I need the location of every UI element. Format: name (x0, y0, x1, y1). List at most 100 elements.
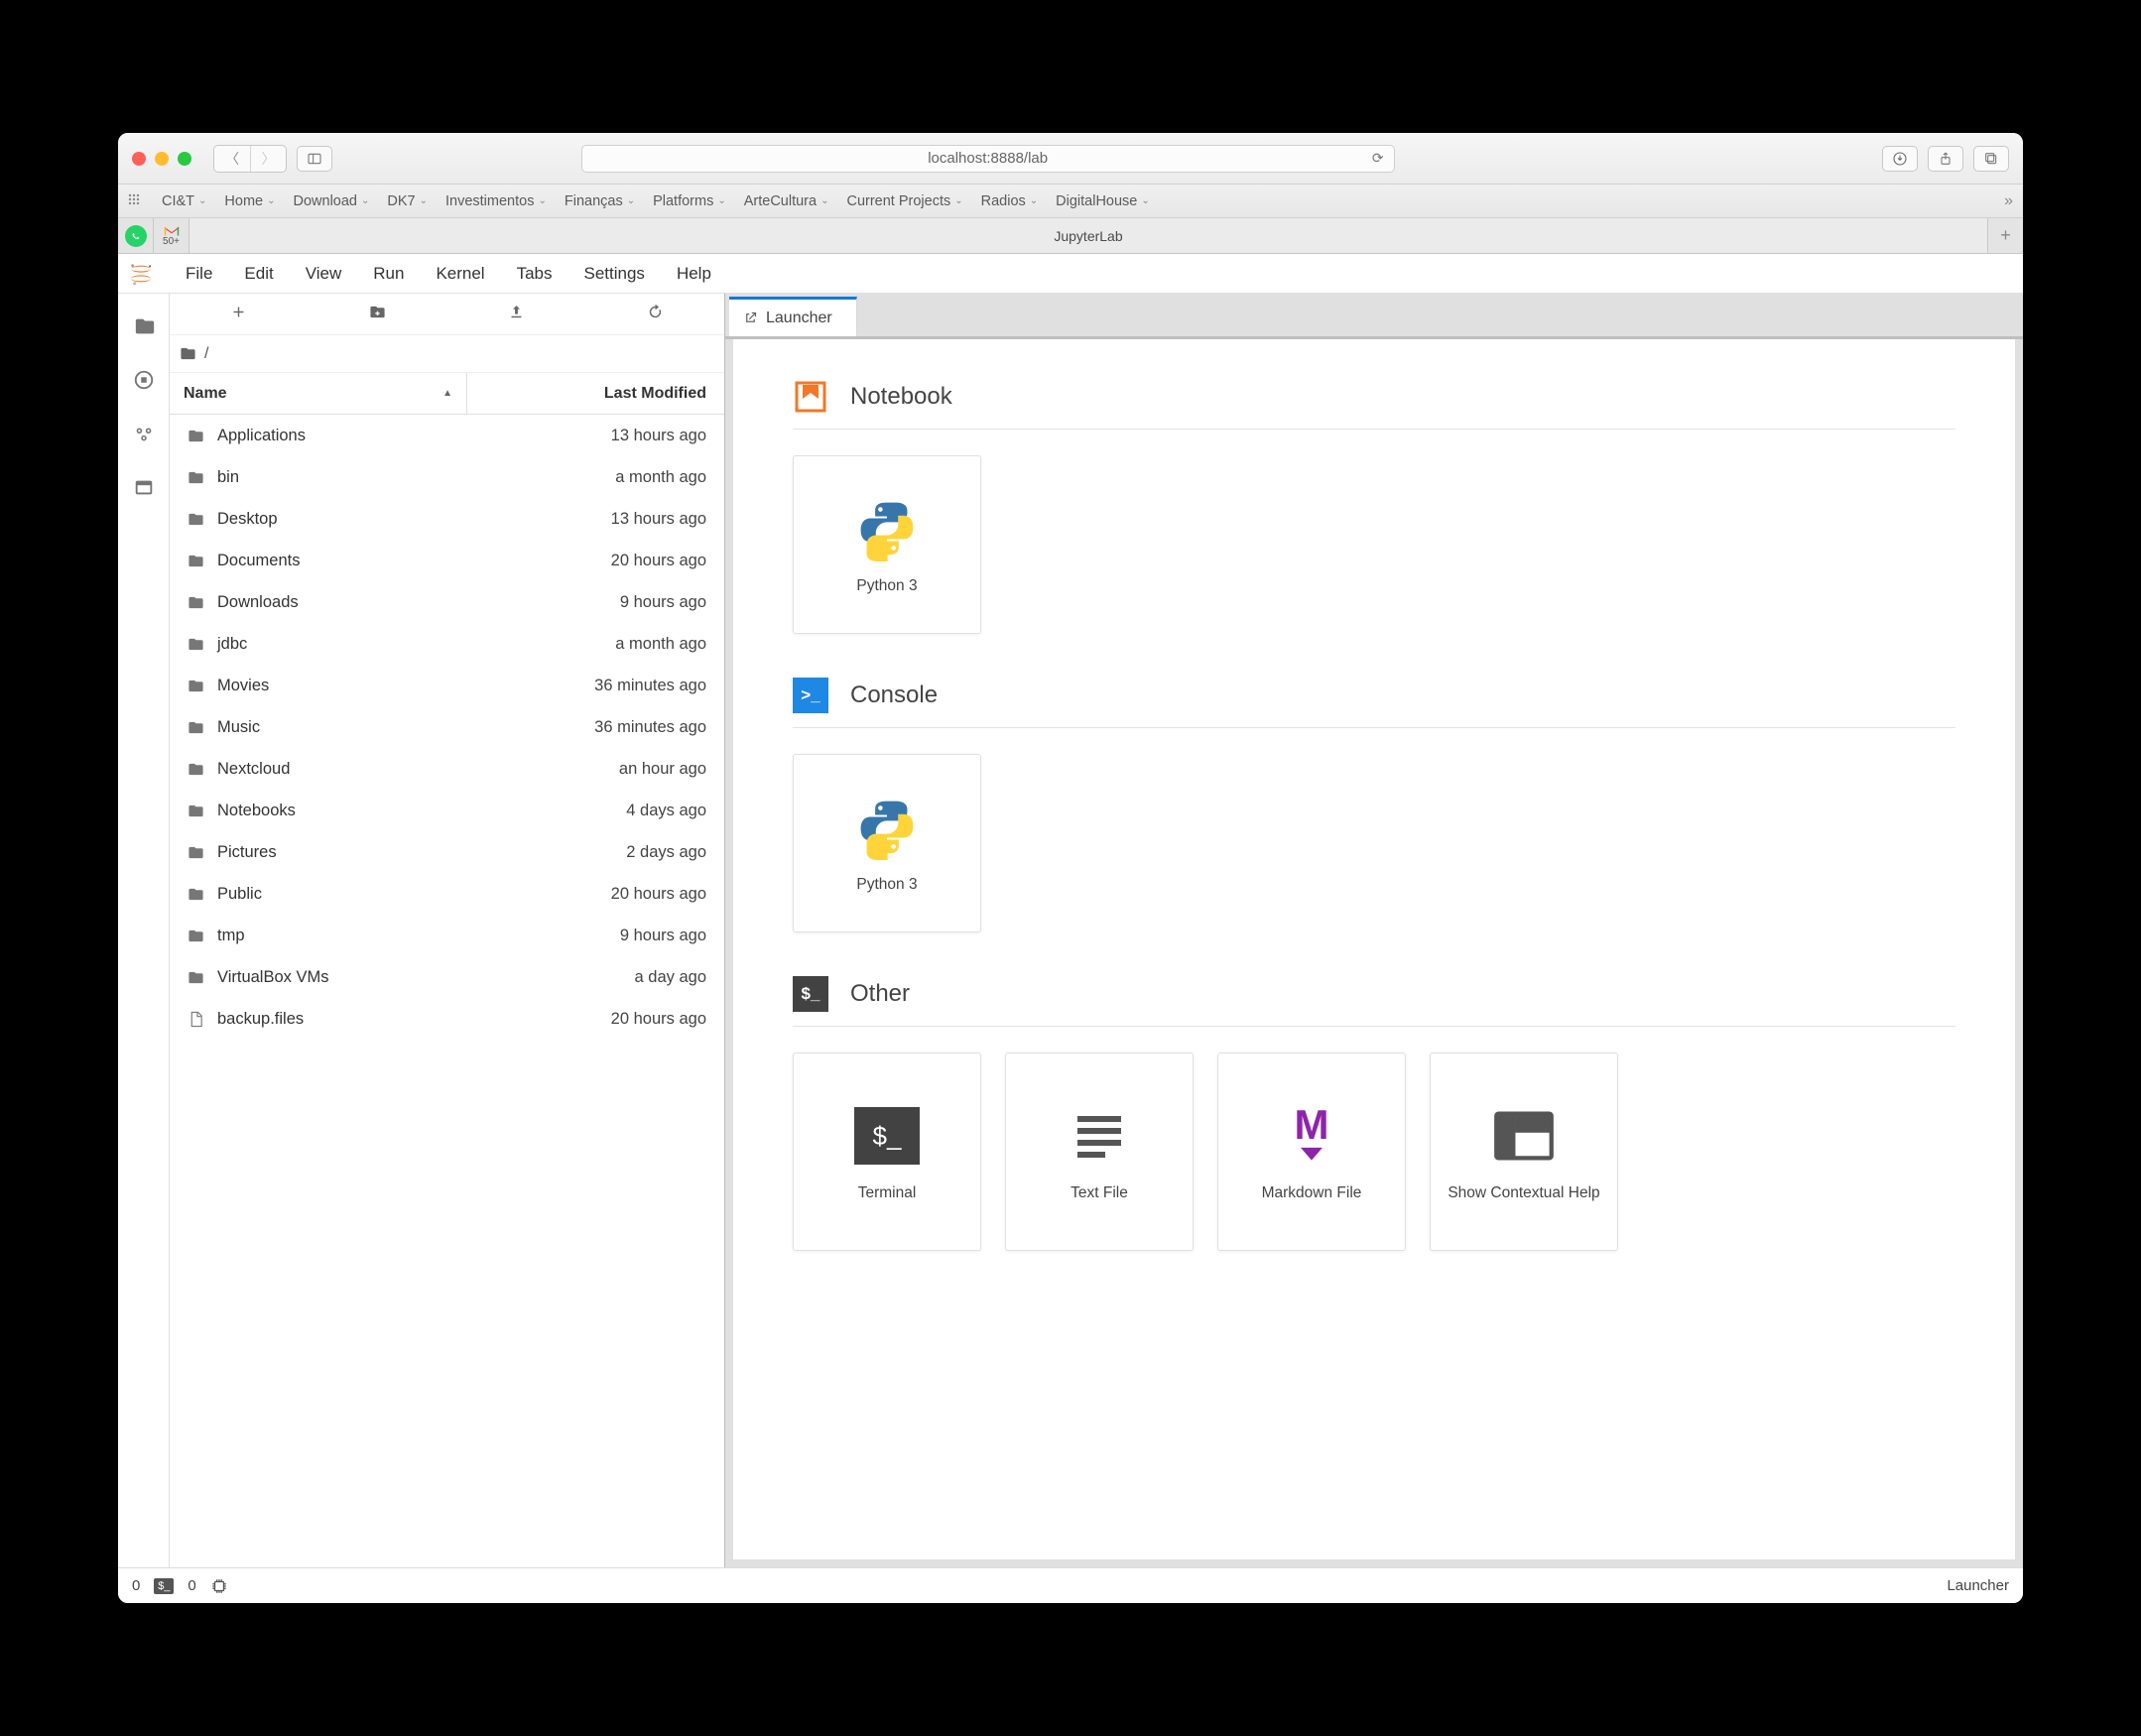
launcher-section-notebook: Notebook Python 3 (793, 379, 1955, 634)
file-name: Movies (217, 677, 452, 695)
file-row[interactable]: Applications13 hours ago (170, 415, 724, 456)
card-label: Python 3 (856, 876, 917, 894)
downloads-button[interactable] (1882, 146, 1918, 172)
filebrowser-tab-icon[interactable] (118, 300, 169, 353)
refresh-button[interactable] (647, 304, 664, 325)
bookmarks-grid-icon[interactable] (128, 193, 140, 208)
file-row[interactable]: Movies36 minutes ago (170, 665, 724, 706)
kernels-count[interactable]: 0 (188, 1577, 195, 1594)
running-sessions-tab-icon[interactable] (118, 353, 169, 407)
file-modified: 36 minutes ago (452, 677, 710, 695)
file-name: Documents (217, 552, 452, 570)
pinned-tab-gmail[interactable]: 50+ (154, 218, 189, 253)
bookmark-item[interactable]: DK7⌄ (387, 193, 428, 209)
card-console-python3[interactable]: Python 3 (793, 754, 981, 932)
safari-tab-active[interactable]: JupyterLab (189, 218, 1987, 253)
file-modified: a month ago (452, 635, 710, 654)
menu-run[interactable]: Run (359, 260, 418, 288)
back-button[interactable]: 〈 (214, 146, 250, 172)
commands-tab-icon[interactable] (118, 407, 169, 460)
other-section-icon: $_ (793, 976, 828, 1012)
tab-launcher[interactable]: Launcher (729, 297, 857, 336)
folder-icon (184, 803, 207, 819)
new-launcher-button[interactable] (230, 304, 247, 325)
sidebar-toggle-button[interactable] (297, 146, 332, 172)
col-name-header[interactable]: Name ▲ (170, 385, 466, 403)
open-tabs-tab-icon[interactable] (118, 460, 169, 514)
file-modified: 13 hours ago (452, 510, 710, 529)
file-row[interactable]: Documents20 hours ago (170, 540, 724, 581)
bookmark-item[interactable]: Current Projects⌄ (846, 193, 962, 209)
bookmark-item[interactable]: CI&T⌄ (162, 193, 206, 209)
menu-file[interactable]: File (172, 260, 226, 288)
chevron-down-icon: ⌄ (1030, 195, 1038, 206)
python-icon (852, 494, 922, 563)
bookmark-item[interactable]: Investimentos⌄ (445, 193, 547, 209)
folder-icon (184, 594, 207, 611)
pinned-tab-whatsapp[interactable] (118, 218, 154, 253)
reload-icon[interactable]: ⟳ (1372, 150, 1384, 167)
file-modified: 20 hours ago (452, 1010, 710, 1029)
new-folder-button[interactable] (369, 304, 386, 325)
menu-kernel[interactable]: Kernel (422, 260, 498, 288)
file-row[interactable]: Downloads9 hours ago (170, 581, 724, 623)
file-row[interactable]: Music36 minutes ago (170, 706, 724, 748)
terminals-count[interactable]: 0 (132, 1577, 140, 1594)
bookmark-item[interactable]: Radios⌄ (981, 193, 1039, 209)
card-text-file[interactable]: Text File (1005, 1053, 1194, 1251)
file-name: Nextcloud (217, 760, 452, 779)
address-bar[interactable]: localhost:8888/lab ⟳ (581, 145, 1395, 173)
upload-button[interactable] (508, 304, 525, 325)
notebook-section-icon (793, 379, 828, 415)
maximize-window-button[interactable] (178, 152, 191, 166)
file-row[interactable]: VirtualBox VMsa day ago (170, 956, 724, 998)
close-window-button[interactable] (132, 152, 146, 166)
file-row[interactable]: Public20 hours ago (170, 873, 724, 915)
kernel-status-icon[interactable] (210, 1577, 228, 1595)
file-row[interactable]: Nextcloudan hour ago (170, 748, 724, 790)
card-notebook-python3[interactable]: Python 3 (793, 455, 981, 634)
card-contextual-help[interactable]: Show Contextual Help (1430, 1053, 1618, 1251)
menu-help[interactable]: Help (663, 260, 725, 288)
forward-button[interactable]: 〉 (250, 146, 286, 172)
window-controls (132, 152, 191, 166)
bookmark-item[interactable]: Finanças⌄ (565, 193, 635, 209)
minimize-window-button[interactable] (155, 152, 169, 166)
breadcrumb[interactable]: / (170, 335, 724, 373)
file-row[interactable]: jdbca month ago (170, 623, 724, 665)
file-modified: a day ago (452, 968, 710, 987)
status-bar: 0 $_ 0 Launcher (118, 1567, 2023, 1603)
menu-edit[interactable]: Edit (230, 260, 287, 288)
card-terminal[interactable]: $_ Terminal (793, 1053, 981, 1251)
file-name: Public (217, 885, 452, 904)
show-tabs-button[interactable] (1973, 146, 2009, 172)
terminal-status-icon[interactable]: $_ (154, 1578, 174, 1594)
menu-tabs[interactable]: Tabs (503, 260, 567, 288)
card-markdown-file[interactable]: M Markdown File (1217, 1053, 1406, 1251)
menu-settings[interactable]: Settings (570, 260, 659, 288)
file-row[interactable]: bina month ago (170, 456, 724, 498)
new-tab-button[interactable]: + (1987, 218, 2023, 253)
url-text: localhost:8888/lab (928, 150, 1048, 167)
file-row[interactable]: Pictures2 days ago (170, 831, 724, 873)
bookmark-item[interactable]: Download⌄ (294, 193, 370, 209)
chevron-down-icon: ⌄ (538, 195, 546, 206)
status-right-label: Launcher (1947, 1577, 2009, 1594)
whatsapp-icon (125, 225, 147, 247)
share-button[interactable] (1928, 146, 1963, 172)
bookmarks-overflow-button[interactable]: » (2004, 192, 2013, 210)
bookmark-item[interactable]: Platforms⌄ (653, 193, 726, 209)
file-modified: 20 hours ago (452, 885, 710, 904)
file-row[interactable]: Notebooks4 days ago (170, 790, 724, 831)
bookmark-item[interactable]: DigitalHouse⌄ (1056, 193, 1150, 209)
col-modified-header[interactable]: Last Modified (466, 373, 724, 414)
file-icon (184, 1011, 207, 1028)
bookmark-item[interactable]: ArteCultura⌄ (744, 193, 829, 209)
chevron-down-icon: ⌄ (1141, 195, 1149, 206)
file-row[interactable]: backup.files20 hours ago (170, 998, 724, 1040)
card-label: Python 3 (856, 577, 917, 595)
bookmark-item[interactable]: Home⌄ (224, 193, 275, 209)
file-row[interactable]: Desktop13 hours ago (170, 498, 724, 540)
file-row[interactable]: tmp9 hours ago (170, 915, 724, 956)
menu-view[interactable]: View (292, 260, 356, 288)
